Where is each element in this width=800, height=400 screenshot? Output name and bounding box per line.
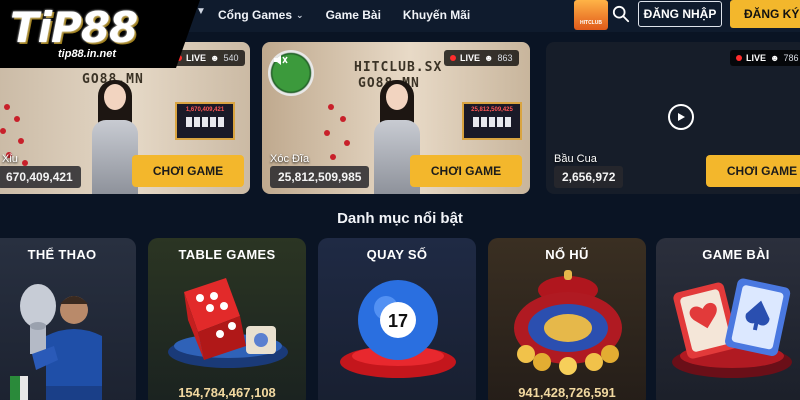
search-icon[interactable]	[612, 5, 630, 23]
category-value: 941,428,726,591	[518, 385, 616, 400]
nav-item-label: Cổng Games	[218, 8, 293, 22]
category-title: THỂ THAO	[27, 247, 97, 262]
play-game-button[interactable]: CHƠI GAME	[132, 155, 244, 187]
category-quay-so[interactable]: QUAY SỐ 17	[318, 238, 476, 400]
board-value: 1,670,409,421	[185, 107, 225, 113]
live-dot-icon	[450, 55, 456, 61]
category-game-bai[interactable]: GAME BÀI	[656, 238, 800, 400]
category-table-games[interactable]: TABLE GAMES 154,784,467,108	[148, 238, 306, 400]
category-the-thao[interactable]: THỂ THAO	[0, 238, 136, 400]
login-button[interactable]: ĐĂNG NHẬP	[638, 1, 722, 27]
live-badge: LIVE ☻ 863	[444, 50, 519, 66]
viewer-count: 863	[497, 53, 513, 63]
chevron-down-icon[interactable]: ▼	[196, 6, 206, 17]
jackpot-value: 2,656,972	[554, 166, 624, 188]
playing-cards-image	[672, 278, 792, 378]
live-game-card-bau-cua[interactable]: LIVE ☻ 786 Bầu Cua 2,656,972 CHƠI GAME	[546, 42, 800, 194]
promo-thumbnail[interactable]: HITCLUB	[574, 0, 608, 30]
lottery-ball-number: 17	[388, 311, 408, 331]
game-name: Xóc Đĩa	[270, 153, 310, 165]
brand-logo[interactable]: TiP88 tip88.in.net	[0, 0, 200, 68]
logo-wordmark: TiP88	[10, 3, 138, 52]
treasure-pot-image	[514, 270, 622, 375]
category-no-hu[interactable]: NỔ HŨ 941,428,726,591	[488, 238, 646, 400]
nav-item-label: Khuyến Mãi	[402, 8, 471, 22]
play-game-button[interactable]: CHƠI GAME	[706, 155, 800, 187]
category-title: NỔ HŨ	[545, 247, 589, 262]
category-title: TABLE GAMES	[178, 247, 276, 262]
result-board: 1,670,409,421	[175, 102, 235, 140]
nav-item-label: Game Bài	[325, 8, 381, 22]
dice-image	[168, 278, 288, 368]
register-button[interactable]: ĐĂNG KÝ	[730, 0, 800, 28]
jackpot-value: 670,409,421	[0, 166, 81, 188]
main-nav: Cổng Games ⌄ Game Bài Khuyến Mãi	[218, 0, 470, 30]
live-label: LIVE	[746, 53, 767, 63]
board-value: 25,812,509,425	[471, 107, 513, 113]
category-value: 154,784,467,108	[178, 385, 276, 400]
play-game-button[interactable]: CHƠI GAME	[410, 155, 522, 187]
jackpot-value: 25,812,509,985	[270, 166, 370, 188]
live-game-card-xoc-dia[interactable]: HITCLUB.SX GO88.MN LIVE ☻ 863 25,812,509…	[262, 42, 530, 194]
category-title: GAME BÀI	[702, 247, 770, 262]
football-player-image	[10, 284, 102, 400]
category-title: QUAY SỐ	[366, 247, 428, 262]
live-badge: LIVE ☻ 786	[730, 50, 800, 66]
chevron-down-icon: ⌄	[296, 9, 304, 20]
section-title: Danh mục nổi bật	[337, 210, 463, 227]
live-dot-icon	[736, 55, 742, 61]
promo-thumb-label: HITCLUB	[580, 20, 602, 26]
live-label: LIVE	[186, 53, 207, 63]
game-name: Xỉu	[2, 153, 18, 165]
mute-icon[interactable]	[272, 52, 288, 68]
live-label: LIVE	[460, 53, 481, 63]
room-sign-top: HITCLUB.SX	[354, 60, 443, 75]
viewer-count: 786	[783, 53, 799, 63]
nav-item-game-bai[interactable]: Game Bài	[326, 8, 381, 22]
lottery-ball-image: 17	[340, 280, 456, 378]
nav-item-khuyen-mai[interactable]: Khuyến Mãi	[403, 8, 470, 22]
logo-domain: tip88.in.net	[58, 48, 117, 60]
nav-item-cong-games[interactable]: Cổng Games ⌄	[218, 8, 304, 22]
play-icon[interactable]	[668, 104, 694, 130]
result-board: 25,812,509,425	[462, 102, 522, 140]
viewers-icon: ☻	[770, 53, 780, 63]
viewer-count: 540	[223, 53, 239, 63]
game-name: Bầu Cua	[554, 153, 597, 165]
viewers-icon: ☻	[210, 53, 220, 63]
viewers-icon: ☻	[484, 53, 494, 63]
